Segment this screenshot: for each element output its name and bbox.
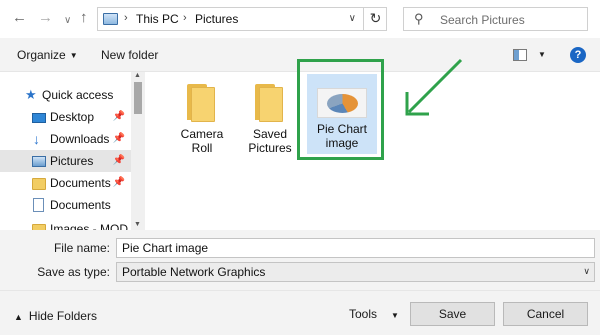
nav-scrollbar[interactable]: ▲ ▼ — [131, 72, 145, 230]
item-label: Camera Roll — [180, 127, 224, 155]
hide-folders-toggle[interactable]: ▲ Hide Folders — [14, 309, 97, 323]
file-list: Camera Roll Saved Pictures Pie Chart image — [145, 59, 600, 230]
breadcrumb-pictures[interactable]: Pictures — [195, 12, 238, 26]
folder-camera-roll[interactable]: Camera Roll — [165, 78, 239, 164]
nav-item-label: Documents — [50, 176, 111, 190]
caret-up-icon: ▲ — [14, 312, 23, 322]
nav-item-downloads[interactable]: ↓ Downloads 📌 — [0, 128, 131, 150]
breadcrumb-separator-icon[interactable]: › — [124, 12, 128, 24]
nav-item-label: Documents — [50, 198, 111, 212]
pictures-icon — [32, 156, 46, 167]
hide-folders-label: Hide Folders — [28, 309, 97, 323]
view-caret-down-icon[interactable]: ▼ — [538, 50, 546, 59]
recent-locations-chevron-down-icon[interactable]: ∨ — [64, 12, 71, 30]
scroll-up-icon[interactable]: ▲ — [134, 72, 141, 79]
file-name-value: Pie Chart image — [122, 241, 209, 255]
refresh-icon: ↻ — [369, 10, 382, 26]
nav-item-quick-access[interactable]: ★ Quick access — [0, 84, 131, 106]
save-button[interactable]: Save — [410, 302, 495, 326]
tools-menu[interactable]: Tools ▼ — [349, 307, 399, 321]
file-name-field[interactable]: Pie Chart image — [116, 238, 595, 258]
save-type-select[interactable]: Portable Network Graphics ∨ — [116, 262, 595, 282]
search-box[interactable]: ⚲ Search Pictures — [403, 7, 588, 31]
dialog-footer: ▲ Hide Folders Tools ▼ Save Cancel — [0, 290, 600, 335]
help-icon[interactable]: ? — [570, 47, 586, 63]
address-dropdown-chevron-icon[interactable]: ∨ — [349, 13, 356, 24]
pc-icon — [103, 13, 118, 25]
pin-icon[interactable]: 📌 — [113, 177, 125, 188]
up-arrow-icon[interactable]: ↑ — [80, 9, 88, 27]
file-name-label: File name: — [53, 241, 110, 255]
nav-item-desktop[interactable]: Desktop 📌 — [0, 106, 131, 128]
breadcrumb-separator-icon[interactable]: › — [183, 12, 187, 24]
nav-item-documents-2[interactable]: Documents — [0, 194, 131, 216]
nav-item-images-mod[interactable]: Images - MOD f — [0, 218, 135, 230]
highlight-box — [297, 59, 384, 160]
pin-icon[interactable]: 📌 — [113, 111, 125, 122]
folder-icon — [187, 84, 219, 122]
breadcrumb-this-pc[interactable]: This PC — [136, 12, 179, 26]
star-icon: ★ — [25, 87, 37, 102]
address-bar-row: ← → ∨ ↑ › This PC › Pictures ∨ ↻ ⚲ Searc… — [0, 0, 600, 38]
annotation-arrow-icon — [405, 58, 463, 116]
organize-button[interactable]: Organize ▼ — [17, 48, 78, 62]
caret-down-icon: ▼ — [391, 311, 399, 320]
nav-item-label: Images - MOD f — [50, 222, 135, 230]
forward-arrow-icon[interactable]: → — [38, 9, 53, 27]
folder-icon — [32, 178, 46, 190]
nav-item-label: Quick access — [42, 88, 114, 102]
organize-label: Organize — [17, 48, 66, 62]
tools-label: Tools — [349, 307, 378, 321]
save-type-value: Portable Network Graphics — [122, 265, 266, 279]
item-label: Saved Pictures — [248, 127, 292, 155]
nav-item-documents[interactable]: Documents 📌 — [0, 172, 131, 194]
scrollbar-thumb[interactable] — [134, 82, 142, 114]
navigation-pane: ★ Quick access Desktop 📌 ↓ Downloads 📌 P… — [0, 72, 145, 230]
folder-saved-pictures[interactable]: Saved Pictures — [233, 78, 307, 164]
search-input[interactable]: Search Pictures — [440, 13, 525, 27]
cancel-button[interactable]: Cancel — [503, 302, 588, 326]
chevron-down-icon: ∨ — [583, 266, 590, 276]
desktop-icon — [32, 113, 46, 123]
new-folder-button[interactable]: New folder — [101, 48, 158, 62]
folder-icon — [255, 84, 287, 122]
document-icon — [33, 198, 44, 212]
pin-icon[interactable]: 📌 — [113, 155, 125, 166]
nav-item-pictures[interactable]: Pictures 📌 — [0, 150, 131, 172]
save-type-label: Save as type: — [37, 265, 110, 279]
scroll-down-icon[interactable]: ▼ — [134, 221, 141, 228]
view-options-icon[interactable] — [513, 49, 527, 61]
nav-item-label: Desktop — [50, 110, 95, 124]
nav-item-label: Downloads — [50, 132, 110, 146]
address-path[interactable]: › This PC › Pictures ∨ — [97, 7, 387, 31]
refresh-button[interactable]: ↻ — [363, 7, 387, 31]
search-icon: ⚲ — [414, 11, 424, 26]
download-icon: ↓ — [33, 131, 40, 147]
nav-item-label: Pictures — [50, 154, 94, 168]
save-form: File name: Pie Chart image Save as type:… — [0, 230, 600, 290]
pin-icon[interactable]: 📌 — [113, 133, 125, 144]
caret-down-icon: ▼ — [69, 51, 78, 60]
back-arrow-icon[interactable]: ← — [12, 9, 27, 27]
